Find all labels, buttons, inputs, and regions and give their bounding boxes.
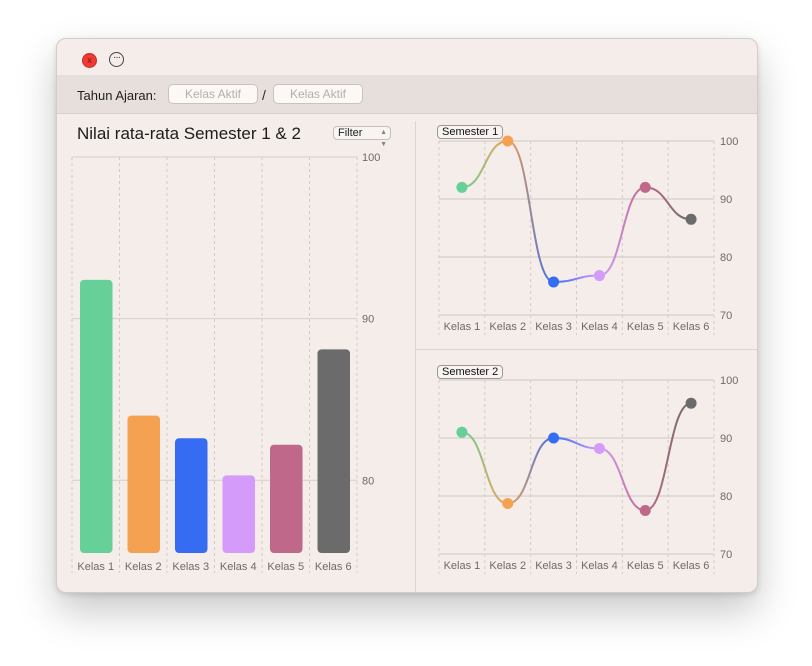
bar-x-tick-label: Kelas 6 [315,561,352,573]
semester-1-x-tick-label: Kelas 5 [627,321,664,333]
bar-y-tick-label: 80 [362,475,374,487]
semester-2-point [502,498,514,510]
bar-x-tick-label: Kelas 2 [125,561,162,573]
bar-y-tick-label: 90 [362,314,374,326]
bar-x-tick-label: Kelas 4 [220,561,257,573]
semester-1-y-tick-label: 90 [720,194,732,206]
semester-1-point [456,181,468,193]
semester-1-y-tick-label: 70 [720,310,732,322]
semester-2-y-tick-label: 90 [720,433,732,445]
semester-1-line-segment [507,140,554,283]
bar [127,415,160,553]
semester-1-x-tick-label: Kelas 1 [444,321,481,333]
semester-2-x-tick-label: Kelas 2 [489,560,526,572]
bar-x-tick-label: Kelas 1 [77,561,114,573]
bar-y-tick-label: 100 [362,152,380,164]
semester-1-point [639,181,651,193]
semester-2-point [685,397,697,409]
semester-2-point [456,426,468,438]
semester-1-point [593,270,605,282]
semester-2-y-tick-label: 80 [720,491,732,503]
semester-1-x-tick-label: Kelas 2 [489,321,526,333]
charts-canvas: 80 90 100 Kelas 1 Kelas 2 Kelas 3 Kelas 4 Kelas… [71,135,738,574]
semester-2-point [639,505,651,516]
semester-1-y-tick-label: 100 [720,136,738,148]
semester-1-y-tick-label: 80 [720,252,732,264]
semester-2-x-tick-label: Kelas 5 [627,560,664,572]
semester-1-x-tick-label: Kelas 4 [581,321,618,333]
semester-2-y-tick-label: 100 [720,375,738,387]
semester-1-point [502,135,514,147]
bar [222,475,255,553]
semester-2-x-tick-label: Kelas 3 [535,560,572,572]
bar-x-tick-label: Kelas 3 [172,561,209,573]
semester-1-point [685,213,697,225]
semester-2-x-tick-label: Kelas 6 [673,560,710,572]
bar [317,349,350,553]
app-window: x ··· Tahun Ajaran: Kelas Aktif / Kelas … [56,38,758,593]
semester-2-x-tick-label: Kelas 1 [444,560,481,572]
semester-2-x-tick-label: Kelas 4 [581,560,618,572]
semester-2-y-tick-label: 70 [720,549,732,561]
semester-2-point [593,442,605,454]
bar [270,444,303,553]
semester-1-x-tick-label: Kelas 6 [673,321,710,333]
semester-1-x-tick-label: Kelas 3 [535,321,572,333]
semester-2-point [548,432,560,444]
bar [175,438,208,553]
bar-x-tick-label: Kelas 5 [267,561,304,573]
bar [80,279,113,553]
semester-1-point [548,276,560,288]
